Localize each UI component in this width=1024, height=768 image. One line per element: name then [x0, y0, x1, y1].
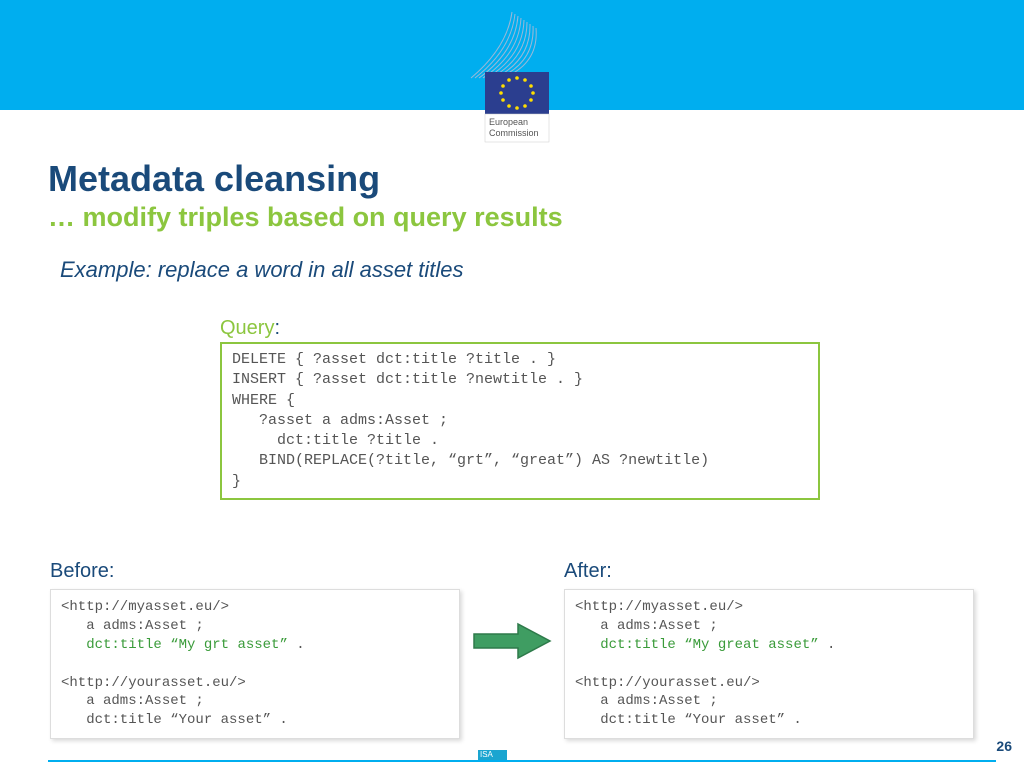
before-label: Before:: [50, 560, 460, 583]
before-code-box: <http://myasset.eu/> a adms:Asset ; dct:…: [50, 589, 460, 739]
after-label: After:: [564, 560, 974, 583]
logo-text-top: European: [489, 117, 528, 127]
query-code-box: DELETE { ?asset dct:title ?title . } INS…: [220, 342, 820, 500]
header-bar: European Commission: [0, 0, 1024, 110]
ec-logo: European Commission: [457, 8, 567, 148]
query-label: Query:: [220, 317, 820, 340]
slide-subtitle: … modify triples based on query results: [48, 202, 976, 233]
slide-title: Metadata cleansing: [48, 158, 976, 200]
example-text: Example: replace a word in all asset tit…: [60, 257, 964, 283]
logo-text-bottom: Commission: [489, 128, 539, 138]
after-code-box: <http://myasset.eu/> a adms:Asset ; dct:…: [564, 589, 974, 739]
page-number: 26: [996, 738, 1012, 754]
arrow-icon: [460, 560, 564, 662]
isa-tag: ISA: [478, 750, 507, 760]
footer-divider: [48, 760, 996, 762]
